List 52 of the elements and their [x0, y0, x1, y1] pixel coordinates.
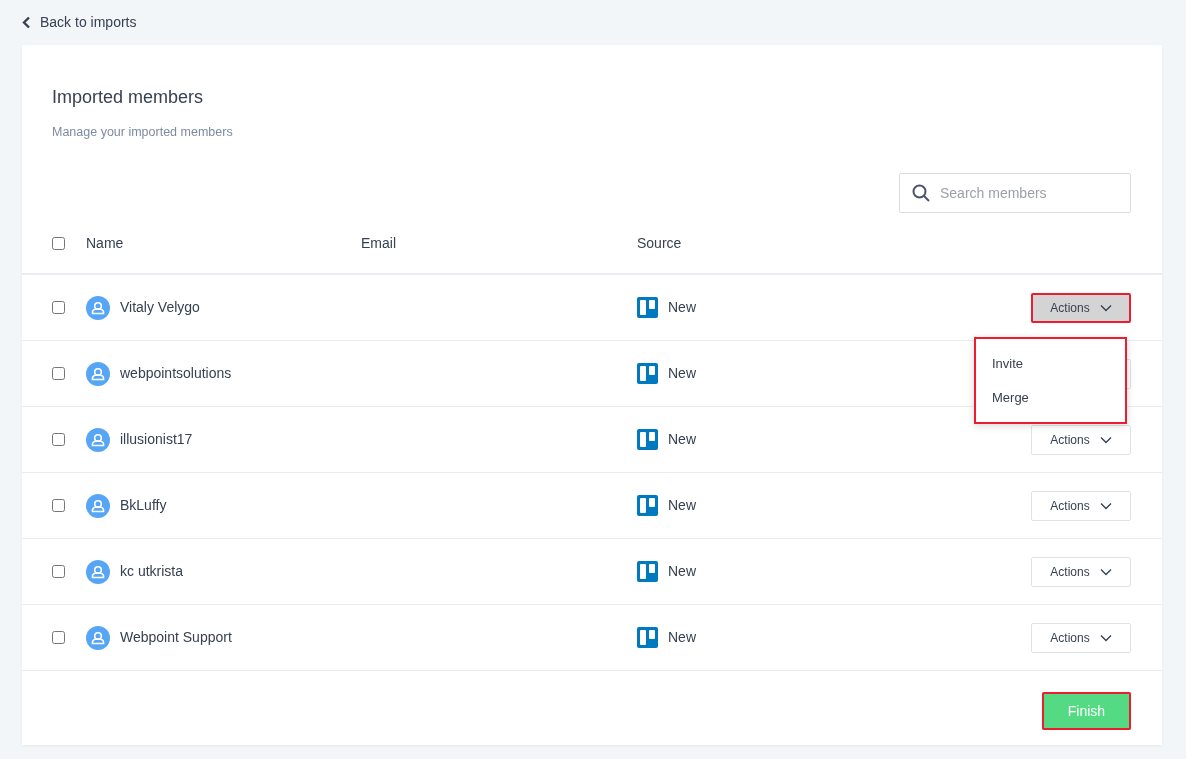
board-icon [637, 561, 658, 583]
source-status: New [668, 496, 696, 516]
row-checkbox[interactable] [52, 631, 65, 645]
source-status: New [668, 628, 696, 648]
user-avatar-icon [86, 427, 110, 452]
caret-icon [1099, 303, 1112, 312]
member-name: Webpoint Support [120, 628, 232, 648]
back-icon [22, 16, 31, 29]
user-avatar-icon [86, 559, 110, 584]
caret-icon [1099, 435, 1112, 444]
board-icon [637, 429, 658, 451]
select-all-checkbox[interactable] [52, 236, 65, 250]
board-icon [637, 627, 658, 649]
member-name: illusionist17 [120, 430, 193, 450]
user-avatar-icon [86, 295, 110, 320]
menu-item[interactable]: Invite [974, 347, 1042, 381]
source-status: New [668, 562, 696, 582]
row-checkbox[interactable] [52, 433, 65, 447]
member-name: kc utkrista [120, 562, 183, 582]
row-checkbox[interactable] [52, 367, 65, 381]
page-title: Imported members [52, 87, 205, 109]
user-avatar-icon [86, 361, 110, 386]
caret-icon [1099, 501, 1112, 510]
board-icon [637, 495, 658, 517]
actions-dropdown[interactable]: Actions [1031, 556, 1131, 587]
column-header: Source [637, 233, 682, 253]
member-name: BkLuffy [120, 496, 167, 516]
actions-dropdown[interactable]: Actions [1031, 424, 1131, 455]
search-icon [912, 184, 930, 203]
row-checkbox[interactable] [52, 301, 65, 315]
search-field[interactable]: Search members [899, 173, 1131, 214]
actions-dropdown[interactable]: Actions [1031, 292, 1131, 323]
source-status: New [668, 298, 696, 318]
member-name: Vitaly Velygo [120, 298, 200, 318]
caret-icon [1099, 633, 1112, 642]
row-checkbox[interactable] [52, 565, 65, 579]
board-icon [637, 297, 658, 319]
actions-dropdown[interactable]: Actions [1031, 490, 1131, 521]
back-link[interactable]: Back to imports [22, 12, 137, 33]
member-name: webpointsolutions [120, 364, 232, 384]
page-subtitle: Manage your imported members [52, 123, 234, 141]
column-header: Email [361, 234, 396, 251]
column-header: Name [86, 233, 124, 253]
board-icon [637, 363, 658, 385]
user-avatar-icon [86, 493, 110, 518]
caret-icon [1099, 567, 1112, 576]
actions-dropdown[interactable]: Actions [1031, 622, 1131, 653]
row-checkbox[interactable] [52, 499, 65, 513]
source-status: New [668, 430, 696, 450]
source-status: New [668, 364, 696, 384]
menu-item[interactable]: Merge [974, 380, 1047, 415]
user-avatar-icon [86, 625, 110, 650]
